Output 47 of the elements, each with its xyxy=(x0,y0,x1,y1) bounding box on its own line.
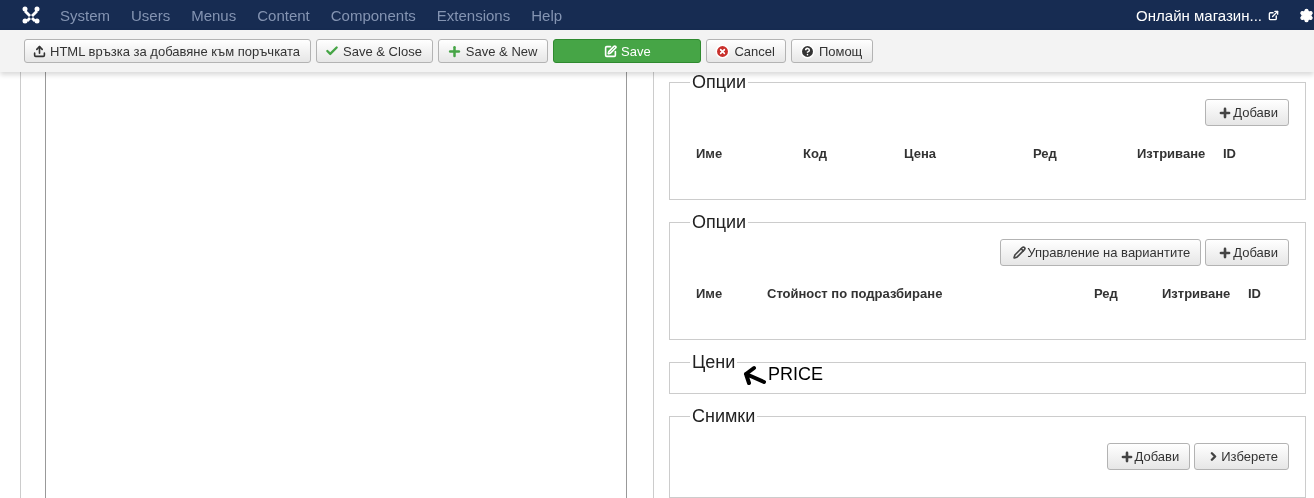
plus-icon xyxy=(1218,105,1233,120)
column-header: Име xyxy=(696,286,767,301)
section-button[interactable]: Добави xyxy=(1205,239,1289,266)
toolbar-button[interactable]: Cancel xyxy=(706,39,786,63)
toolbar-button[interactable]: Save & New xyxy=(437,39,549,63)
column-header: Изтриване xyxy=(1137,146,1223,161)
toolbar-button[interactable]: Save & Close xyxy=(316,39,433,63)
section-button[interactable]: Добави xyxy=(1205,99,1289,126)
section-button[interactable]: Добави xyxy=(1106,443,1191,470)
menu-item[interactable]: Content xyxy=(257,6,310,24)
arrow-drawing xyxy=(742,365,766,385)
plus-icon xyxy=(446,43,462,59)
settings-icon[interactable] xyxy=(1299,7,1314,23)
external-link-icon xyxy=(1268,9,1279,21)
column-header: Стойност по подразбиране xyxy=(767,286,1094,301)
column-header: Ред xyxy=(1094,286,1162,301)
check-icon xyxy=(325,44,340,58)
upload-icon xyxy=(33,44,46,58)
annotation-text: PRICE xyxy=(768,364,823,385)
column-header: Име xyxy=(696,146,803,161)
section-button[interactable]: Изберете xyxy=(1194,443,1289,470)
column-header: Изтриване xyxy=(1162,286,1248,301)
plus-icon xyxy=(1119,449,1134,464)
pencil-icon xyxy=(1013,246,1027,259)
section-title: Цени xyxy=(691,352,737,373)
column-header: Цена xyxy=(904,146,1033,161)
plus-icon xyxy=(1218,245,1233,260)
menu-item[interactable]: Users xyxy=(131,6,171,24)
toolbar-button[interactable]: HTML връзка за добавяне към поръчката xyxy=(24,39,312,63)
toolbar-button[interactable]: Помощ xyxy=(790,39,874,63)
column-header: Ред xyxy=(1033,146,1137,161)
section-title: Опции xyxy=(691,212,748,233)
cancel-icon xyxy=(715,43,731,59)
menu-item[interactable]: Extensions xyxy=(436,6,511,24)
edit-icon xyxy=(604,44,618,58)
menu-item[interactable]: Components xyxy=(330,6,416,24)
section-title: Снимки xyxy=(691,406,757,427)
menu-item[interactable]: Help xyxy=(531,6,563,24)
column-header: ID xyxy=(1248,286,1262,301)
menu-item[interactable]: Menus xyxy=(191,6,237,24)
column-header: Код xyxy=(803,146,904,161)
section-title: Опции xyxy=(691,72,748,93)
help-icon xyxy=(799,43,815,59)
column-header: ID xyxy=(1223,146,1237,161)
site-link[interactable]: Онлайн магазин... xyxy=(1136,6,1262,24)
menu-item[interactable]: System xyxy=(60,6,110,24)
section-button[interactable]: Управление на вариантите xyxy=(1000,239,1202,266)
